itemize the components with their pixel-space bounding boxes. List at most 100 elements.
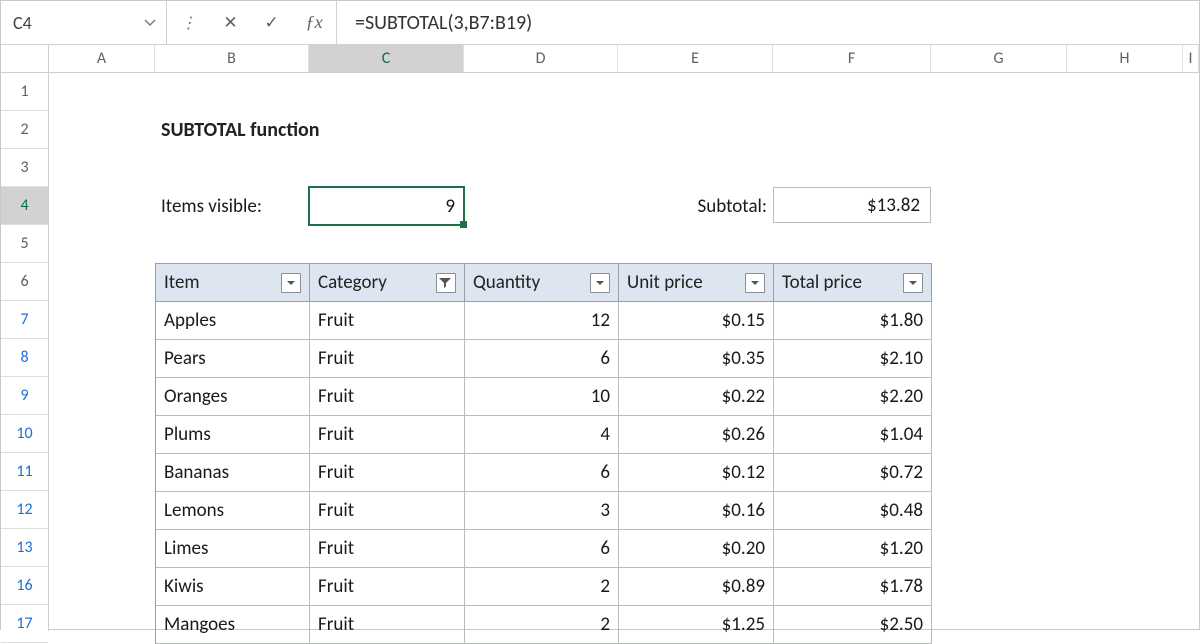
row-header-9[interactable]: 9 <box>1 377 48 415</box>
table-cell-total-price[interactable]: $1.78 <box>774 568 932 606</box>
kebab-icon[interactable]: ⋮ <box>180 13 196 33</box>
filter-active-icon[interactable] <box>436 273 456 293</box>
table-cell-item[interactable]: Bananas <box>156 454 310 492</box>
table-cell-quantity[interactable]: 2 <box>465 568 619 606</box>
data-table: Item Category QuantityUnit priceTotal pric… <box>155 263 932 644</box>
formula-text: =SUBTOTAL(3,B7:B19) <box>355 11 532 35</box>
table-cell-category[interactable]: Fruit <box>310 340 465 378</box>
filter-dropdown-icon[interactable] <box>281 273 301 293</box>
table-cell-item[interactable]: Oranges <box>156 378 310 416</box>
table-cell-unit-price[interactable]: $0.12 <box>619 454 774 492</box>
col-header-I[interactable]: I <box>1183 45 1199 72</box>
name-box-value: C4 <box>13 12 32 34</box>
table-cell-item[interactable]: Lemons <box>156 492 310 530</box>
row-header-5[interactable]: 5 <box>1 225 48 263</box>
subtotal-value: $13.82 <box>867 194 920 217</box>
table-cell-item[interactable]: Apples <box>156 302 310 340</box>
table-cell-category[interactable]: Fruit <box>310 378 465 416</box>
table-cell-quantity[interactable]: 3 <box>465 492 619 530</box>
table-cell-unit-price[interactable]: $0.22 <box>619 378 774 416</box>
table-cell-unit-price[interactable]: $1.25 <box>619 606 774 644</box>
row-header-1[interactable]: 1 <box>1 73 48 111</box>
page-title: SUBTOTAL function <box>155 111 326 149</box>
filter-dropdown-icon[interactable] <box>590 273 610 293</box>
table-cell-total-price[interactable]: $2.10 <box>774 340 932 378</box>
table-header-quantity[interactable]: Quantity <box>465 264 619 302</box>
row-headers: 123456789101112131617 <box>1 73 49 631</box>
items-visible-label: Items visible: <box>155 187 309 225</box>
table-cell-total-price[interactable]: $0.72 <box>774 454 932 492</box>
table-cell-category[interactable]: Fruit <box>310 568 465 606</box>
table-cell-quantity[interactable]: 6 <box>465 340 619 378</box>
col-header-H[interactable]: H <box>1067 45 1183 72</box>
table-cell-category[interactable]: Fruit <box>310 454 465 492</box>
row-header-8[interactable]: 8 <box>1 339 48 377</box>
row-header-16[interactable]: 16 <box>1 567 48 605</box>
row-header-12[interactable]: 12 <box>1 491 48 529</box>
row-header-11[interactable]: 11 <box>1 453 48 491</box>
row-header-13[interactable]: 13 <box>1 529 48 567</box>
row-header-6[interactable]: 6 <box>1 263 48 301</box>
table-cell-category[interactable]: Fruit <box>310 530 465 568</box>
table-cell-quantity[interactable]: 12 <box>465 302 619 340</box>
row-header-10[interactable]: 10 <box>1 415 48 453</box>
table-cell-total-price[interactable]: $1.80 <box>774 302 932 340</box>
table-cell-item[interactable]: Limes <box>156 530 310 568</box>
table-cell-unit-price[interactable]: $0.89 <box>619 568 774 606</box>
table-cell-quantity[interactable]: 4 <box>465 416 619 454</box>
table-cell-item[interactable]: Kiwis <box>156 568 310 606</box>
col-header-A[interactable]: A <box>49 45 155 72</box>
enter-icon[interactable]: ✓ <box>264 12 278 33</box>
table-header-category[interactable]: Category <box>310 264 465 302</box>
table-cell-total-price[interactable]: $1.20 <box>774 530 932 568</box>
table-cell-unit-price[interactable]: $0.16 <box>619 492 774 530</box>
table-cell-category[interactable]: Fruit <box>310 492 465 530</box>
subtotal-label: Subtotal: <box>618 187 773 225</box>
table-cell-quantity[interactable]: 6 <box>465 454 619 492</box>
cancel-icon[interactable]: ✕ <box>223 12 237 33</box>
subtotal-value-box[interactable]: $13.82 <box>773 187 931 223</box>
row-header-7[interactable]: 7 <box>1 301 48 339</box>
col-header-B[interactable]: B <box>155 45 309 72</box>
table-cell-total-price[interactable]: $1.04 <box>774 416 932 454</box>
table-cell-unit-price[interactable]: $0.15 <box>619 302 774 340</box>
table-cell-unit-price[interactable]: $0.35 <box>619 340 774 378</box>
col-header-G[interactable]: G <box>931 45 1067 72</box>
table-header-item[interactable]: Item <box>156 264 310 302</box>
table-cell-quantity[interactable]: 6 <box>465 530 619 568</box>
table-cell-total-price[interactable]: $0.48 <box>774 492 932 530</box>
name-box[interactable]: C4 <box>1 1 167 44</box>
col-header-D[interactable]: D <box>464 45 618 72</box>
table-cell-item[interactable]: Plums <box>156 416 310 454</box>
filter-dropdown-icon[interactable] <box>745 273 765 293</box>
col-header-E[interactable]: E <box>618 45 773 72</box>
row-header-3[interactable]: 3 <box>1 149 48 187</box>
table-cell-quantity[interactable]: 2 <box>465 606 619 644</box>
table-cell-total-price[interactable]: $2.20 <box>774 378 932 416</box>
row-header-17[interactable]: 17 <box>1 605 48 643</box>
table-header-total-price[interactable]: Total price <box>774 264 932 302</box>
row-header-2[interactable]: 2 <box>1 111 48 149</box>
row-header-4[interactable]: 4 <box>1 187 48 225</box>
select-all-corner[interactable] <box>1 45 49 72</box>
table-cell-unit-price[interactable]: $0.20 <box>619 530 774 568</box>
table-cell-item[interactable]: Pears <box>156 340 310 378</box>
cell-pane[interactable]: SUBTOTAL function Items visible: Subtota… <box>49 73 1199 631</box>
table-cell-item[interactable]: Mangoes <box>156 606 310 644</box>
table-header-label: Item <box>164 271 275 294</box>
fx-icon[interactable]: ƒx <box>306 12 323 33</box>
table-cell-quantity[interactable]: 10 <box>465 378 619 416</box>
table-cell-unit-price[interactable]: $0.26 <box>619 416 774 454</box>
formula-input[interactable]: =SUBTOTAL(3,B7:B19) <box>337 1 1199 44</box>
table-cell-category[interactable]: Fruit <box>310 606 465 644</box>
formula-bar-buttons: ⋮ ✕ ✓ ƒx <box>167 1 337 44</box>
filter-dropdown-icon[interactable] <box>903 273 923 293</box>
col-header-F[interactable]: F <box>773 45 931 72</box>
table-cell-category[interactable]: Fruit <box>310 416 465 454</box>
table-cell-category[interactable]: Fruit <box>310 302 465 340</box>
table-header-unit-price[interactable]: Unit price <box>619 264 774 302</box>
table-header-label: Category <box>318 271 430 294</box>
table-cell-total-price[interactable]: $2.50 <box>774 606 932 644</box>
col-header-C[interactable]: C <box>309 45 464 72</box>
formula-bar: C4 ⋮ ✕ ✓ ƒx =SUBTOTAL(3,B7:B19) <box>1 1 1199 45</box>
